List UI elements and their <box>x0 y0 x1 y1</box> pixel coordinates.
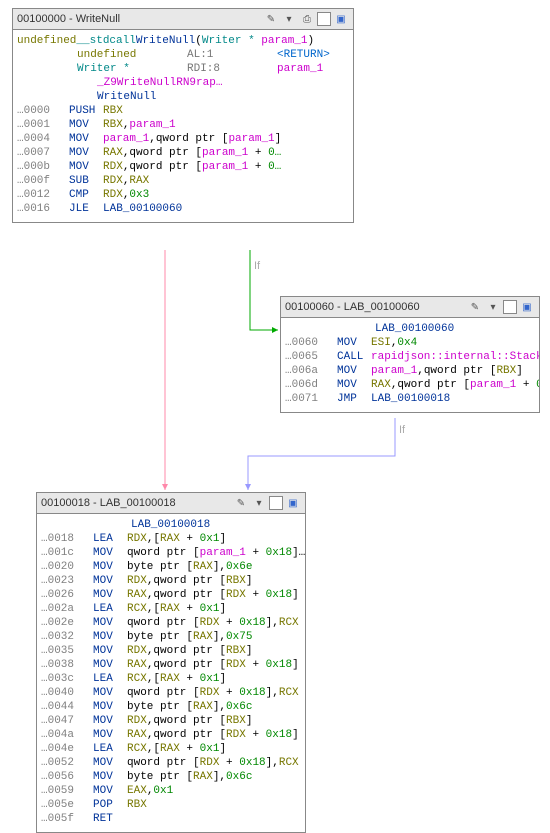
asm-line: …003cLEARCX,[RAX + 0x1] <box>41 672 299 686</box>
block-writenull[interactable]: 00100000 - WriteNull ✎ ▾ ⎙ ▣ undefined _… <box>12 8 354 223</box>
block-lab-00100060[interactable]: 00100060 - LAB_00100060 ✎ ▾ ▣ LAB_001000… <box>280 296 540 413</box>
asm-line: …000bMOVRDX,qword ptr [param_1 + 0… <box>17 160 347 174</box>
block-body: LAB_00100060 …0060MOVESI,0x4…0065CALLrap… <box>281 318 539 412</box>
block-body: undefined __stdcall WriteNull ( Writer *… <box>13 30 353 222</box>
print-icon[interactable]: ⎙ <box>299 11 315 27</box>
dropdown-icon[interactable]: ▾ <box>485 299 501 315</box>
window-icon[interactable] <box>269 496 283 510</box>
asm-line: …006aMOVparam_1,qword ptr [RBX] <box>285 364 533 378</box>
asm-line: …0001MOVRBX,param_1 <box>17 118 347 132</box>
asm-line: …002eMOVqword ptr [RDX + 0x18],RCX <box>41 616 299 630</box>
asm-line: …0032MOVbyte ptr [RAX],0x75 <box>41 630 299 644</box>
block-lab-00100018[interactable]: 00100018 - LAB_00100018 ✎ ▾ ▣ LAB_001000… <box>36 492 306 833</box>
asm-line: …0038MOVRAX,qword ptr [RDX + 0x18] <box>41 658 299 672</box>
dropdown-icon[interactable]: ▾ <box>281 11 297 27</box>
dropdown-icon[interactable]: ▾ <box>251 495 267 511</box>
asm-line: …0023MOVRDX,qword ptr [RBX] <box>41 574 299 588</box>
asm-line: …0040MOVqword ptr [RDX + 0x18],RCX <box>41 686 299 700</box>
asm-line: …0000PUSHRBX <box>17 104 347 118</box>
asm-line: …0060MOVESI,0x4 <box>285 336 533 350</box>
window-icon[interactable] <box>317 12 331 26</box>
asm-line: …0004MOVparam_1,qword ptr [param_1] <box>17 132 347 146</box>
asm-line: …0056MOVbyte ptr [RAX],0x6c <box>41 770 299 784</box>
asm-line: …004eLEARCX,[RAX + 0x1] <box>41 742 299 756</box>
expand-icon[interactable]: ▣ <box>519 299 535 315</box>
asm-line: …0044MOVbyte ptr [RAX],0x6c <box>41 700 299 714</box>
block-header[interactable]: 00100000 - WriteNull ✎ ▾ ⎙ ▣ <box>13 9 353 30</box>
asm-line: …005ePOPRBX <box>41 798 299 812</box>
asm-line: …000fSUBRDX,RAX <box>17 174 347 188</box>
asm-line: …004aMOVRAX,qword ptr [RDX + 0x18] <box>41 728 299 742</box>
asm-line: …0018LEARDX,[RAX + 0x1] <box>41 532 299 546</box>
block-title: 00100000 - WriteNull <box>17 13 261 25</box>
asm-line: …0065CALLrapidjson::internal::Stack <box>285 350 533 364</box>
asm-line: …002aLEARCX,[RAX + 0x1] <box>41 602 299 616</box>
edit-icon[interactable]: ✎ <box>263 11 279 27</box>
asm-line: …006dMOVRAX,qword ptr [param_1 + 0… <box>285 378 533 392</box>
asm-line: …001cMOVqword ptr [param_1 + 0x18]… <box>41 546 299 560</box>
window-icon[interactable] <box>503 300 517 314</box>
asm-line: …0047MOVRDX,qword ptr [RBX] <box>41 714 299 728</box>
asm-line: …0012CMPRDX,0x3 <box>17 188 347 202</box>
edge-label-if: If <box>254 260 260 272</box>
asm-line: …0026MOVRAX,qword ptr [RDX + 0x18] <box>41 588 299 602</box>
block-body: LAB_00100018 …0018LEARDX,[RAX + 0x1]…001… <box>37 514 305 832</box>
edit-icon[interactable]: ✎ <box>233 495 249 511</box>
block-header[interactable]: 00100018 - LAB_00100018 ✎ ▾ ▣ <box>37 493 305 514</box>
expand-icon[interactable]: ▣ <box>285 495 301 511</box>
expand-icon[interactable]: ▣ <box>333 11 349 27</box>
asm-line: …0020MOVbyte ptr [RAX],0x6e <box>41 560 299 574</box>
asm-line: …005fRET <box>41 812 299 826</box>
asm-line: …0007MOVRAX,qword ptr [param_1 + 0… <box>17 146 347 160</box>
asm-line: …0016JLELAB_00100060 <box>17 202 347 216</box>
edge-label-if: If <box>399 424 405 436</box>
asm-line: …0059MOVEAX,0x1 <box>41 784 299 798</box>
block-header[interactable]: 00100060 - LAB_00100060 ✎ ▾ ▣ <box>281 297 539 318</box>
asm-line: …0035MOVRDX,qword ptr [RBX] <box>41 644 299 658</box>
asm-line: …0071JMPLAB_00100018 <box>285 392 533 406</box>
block-title: 00100060 - LAB_00100060 <box>285 301 465 313</box>
block-title: 00100018 - LAB_00100018 <box>41 497 231 509</box>
edit-icon[interactable]: ✎ <box>467 299 483 315</box>
asm-line: …0052MOVqword ptr [RDX + 0x18],RCX <box>41 756 299 770</box>
